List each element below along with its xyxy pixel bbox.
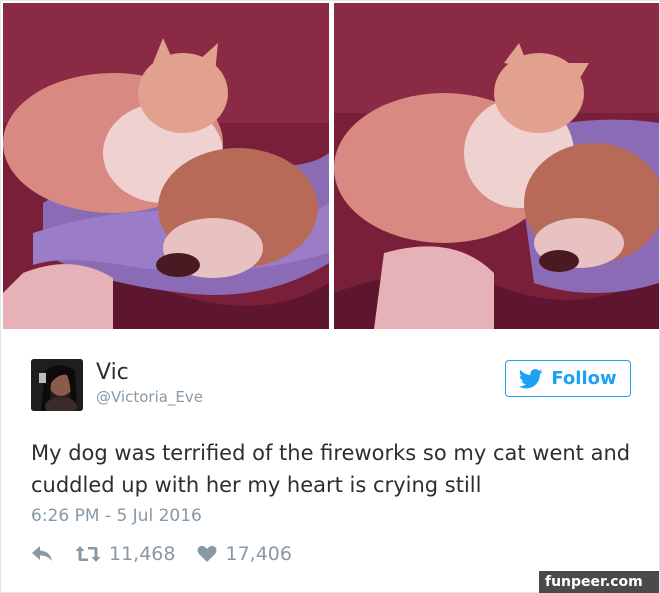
like-count: 17,406 — [225, 543, 292, 565]
cat-and-dog-photo-1 — [3, 3, 329, 329]
twitter-bird-icon — [519, 368, 543, 388]
retweet-icon — [75, 546, 101, 562]
avatar[interactable] — [31, 359, 83, 411]
follow-button[interactable]: Follow — [505, 360, 631, 397]
tweet-photo-2[interactable] — [334, 3, 659, 329]
tweet-text: My dog was terrified of the fireworks so… — [31, 441, 631, 497]
follow-label: Follow — [551, 368, 617, 389]
cat-and-dog-photo-2 — [334, 3, 659, 329]
tweet-timestamp[interactable]: 6:26 PM - 5 Jul 2016 — [31, 504, 202, 528]
like-button[interactable]: 17,406 — [197, 543, 292, 565]
watermark: funpeer.com — [539, 571, 659, 593]
tweet-card: Vic @Victoria_Eve Follow My dog was terr… — [0, 0, 660, 593]
display-name[interactable]: Vic — [96, 359, 129, 387]
reply-icon — [32, 546, 52, 561]
profile-photo — [31, 359, 83, 411]
retweet-count: 11,468 — [109, 543, 176, 565]
reply-button[interactable] — [31, 545, 53, 563]
retweet-button[interactable]: 11,468 — [75, 543, 175, 565]
heart-icon — [197, 545, 217, 562]
tweet-photo-1[interactable] — [3, 3, 329, 329]
tweet-actions: 11,468 17,406 — [31, 540, 292, 568]
screen-name[interactable]: @Victoria_Eve — [96, 387, 203, 407]
